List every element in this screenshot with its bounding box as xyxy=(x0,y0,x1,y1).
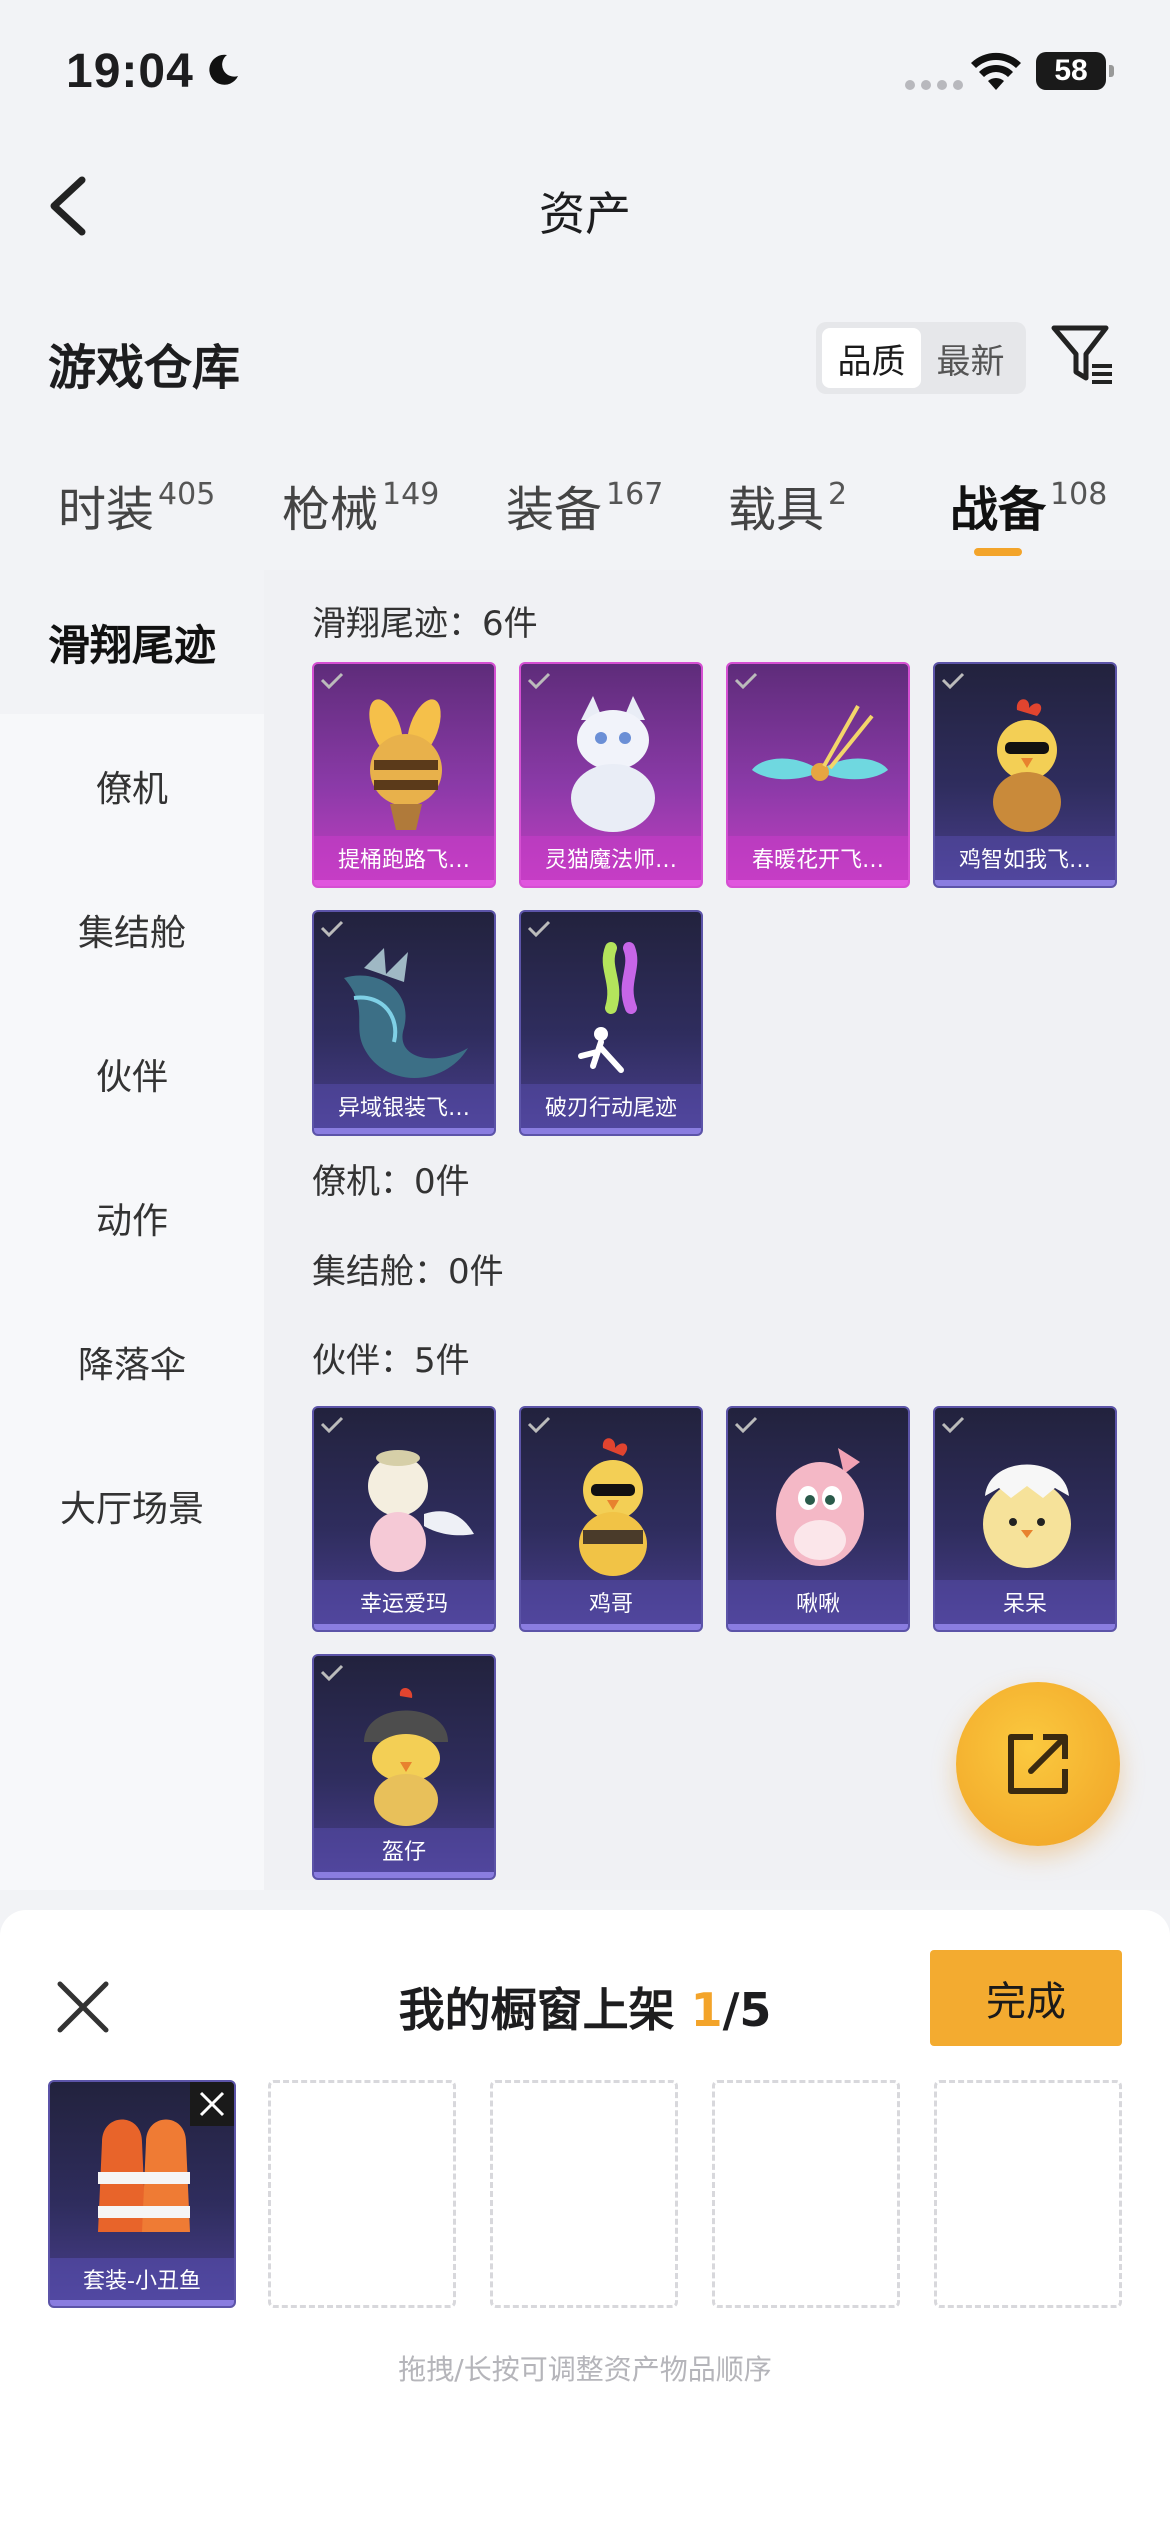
share-button[interactable] xyxy=(956,1682,1120,1846)
item-card[interactable]: 鸡哥 xyxy=(519,1406,703,1632)
helmet-chick-icon xyxy=(364,1687,448,1826)
status-bar: 19:04 58 xyxy=(0,0,1170,140)
moon-icon xyxy=(209,54,238,85)
sidebar-item-emote[interactable]: 动作 xyxy=(0,1146,264,1290)
close-icon xyxy=(199,2091,225,2117)
empty-showcase-slot[interactable] xyxy=(712,2080,900,2308)
item-name: 鸡哥 xyxy=(521,1580,701,1630)
pink-bird-icon xyxy=(776,1448,864,1566)
item-card[interactable]: 灵猫魔法师… xyxy=(519,662,703,888)
cellular-signal-icon xyxy=(905,80,963,90)
item-name: 春暖花开飞… xyxy=(728,836,908,886)
item-name: 盔仔 xyxy=(314,1828,494,1878)
rooster-icon xyxy=(579,1438,647,1576)
item-card[interactable]: 盔仔 xyxy=(312,1654,496,1880)
wifi-icon xyxy=(971,52,1021,90)
item-name: 破刃行动尾迹 xyxy=(521,1084,701,1134)
showcase-sheet: 我的橱窗上架 1/5 完成 套装-小丑鱼 拖拽/长按可调整资产物品顺序 xyxy=(0,1910,1170,2532)
item-card[interactable]: 提桶跑路飞… xyxy=(312,662,496,888)
filter-icon[interactable] xyxy=(1050,322,1116,388)
slot-item-name: 套装-小丑鱼 xyxy=(50,2258,234,2306)
battery-indicator: 58 xyxy=(1036,52,1114,90)
section-title-companion: 伙伴：5件 xyxy=(312,1341,470,1381)
winged-cat-icon xyxy=(368,1450,474,1572)
item-name: 幸运爱玛 xyxy=(314,1580,494,1630)
showcase-count: 1 xyxy=(690,1983,723,2037)
done-button[interactable]: 完成 xyxy=(930,1950,1122,2046)
item-name: 异域银装飞… xyxy=(314,1084,494,1134)
smoke-trail-icon xyxy=(578,942,638,1073)
tab-equipment[interactable]: 装备 167 xyxy=(506,470,663,540)
sort-toggle: 品质 最新 xyxy=(816,322,1026,394)
item-card[interactable]: 鸡智如我飞… xyxy=(933,662,1117,888)
item-card[interactable]: 幸运爱玛 xyxy=(312,1406,496,1632)
category-tabs: 时装 405 枪械 149 装备 167 载具 2 战备 108 xyxy=(0,470,1170,560)
empty-showcase-slot[interactable] xyxy=(490,2080,678,2308)
silver-wing-icon xyxy=(344,948,468,1078)
item-card[interactable]: 异域银装飞… xyxy=(312,910,496,1136)
white-cat-icon xyxy=(571,696,655,832)
reorder-hint: 拖拽/长按可调整资产物品顺序 xyxy=(398,2353,772,2386)
sidebar-item-wingman[interactable]: 僚机 xyxy=(0,714,264,858)
chicken-icon xyxy=(993,699,1061,832)
remove-slot-button[interactable] xyxy=(190,2082,234,2126)
bee-balloon-icon xyxy=(369,699,442,830)
item-name: 提桶跑路飞… xyxy=(314,836,494,886)
section-title-glide-trail: 滑翔尾迹：6件 xyxy=(312,604,538,644)
clock: 19:04 xyxy=(66,45,194,98)
tab-battle-gear[interactable]: 战备 108 xyxy=(950,470,1107,540)
empty-showcase-slot[interactable] xyxy=(268,2080,456,2308)
section-title-assembly-pod: 集结舱：0件 xyxy=(312,1252,504,1292)
warehouse-title: 游戏仓库 xyxy=(48,340,241,396)
item-name: 啾啾 xyxy=(728,1580,908,1630)
page-title: 资产 xyxy=(539,187,631,241)
item-card[interactable]: 春暖花开飞… xyxy=(726,662,910,888)
sidebar-item-lobby-scene[interactable]: 大厅场景 xyxy=(0,1434,264,1578)
eggshell-chick-icon xyxy=(983,1464,1071,1568)
tab-fashion[interactable]: 时装 405 xyxy=(58,470,215,540)
sidebar-item-assembly-pod[interactable]: 集结舱 xyxy=(0,858,264,1002)
item-name: 呆呆 xyxy=(935,1580,1115,1630)
tab-guns[interactable]: 枪械 149 xyxy=(282,470,439,540)
sidebar-item-companion[interactable]: 伙伴 xyxy=(0,1002,264,1146)
tab-vehicles[interactable]: 载具 2 xyxy=(728,470,847,540)
active-tab-indicator xyxy=(974,548,1022,556)
subcategory-sidebar: 滑翔尾迹 僚机 集结舱 伙伴 动作 降落伞 大厅场景 xyxy=(0,570,264,1890)
showcase-slot[interactable]: 套装-小丑鱼 xyxy=(48,2080,236,2308)
section-title-wingman: 僚机：0件 xyxy=(312,1162,470,1202)
sort-latest-button[interactable]: 最新 xyxy=(921,328,1020,388)
item-card[interactable]: 呆呆 xyxy=(933,1406,1117,1632)
item-name: 鸡智如我飞… xyxy=(935,836,1115,886)
item-card[interactable]: 破刃行动尾迹 xyxy=(519,910,703,1136)
sort-quality-button[interactable]: 品质 xyxy=(822,328,921,388)
sidebar-item-parachute[interactable]: 降落伞 xyxy=(0,1290,264,1434)
item-card[interactable]: 啾啾 xyxy=(726,1406,910,1632)
empty-showcase-slot[interactable] xyxy=(934,2080,1122,2308)
share-icon xyxy=(1008,1734,1068,1794)
item-name: 灵猫魔法师… xyxy=(521,836,701,886)
sidebar-item-glide-trail[interactable]: 滑翔尾迹 xyxy=(0,570,264,714)
dragonfly-wing-icon xyxy=(752,705,888,781)
